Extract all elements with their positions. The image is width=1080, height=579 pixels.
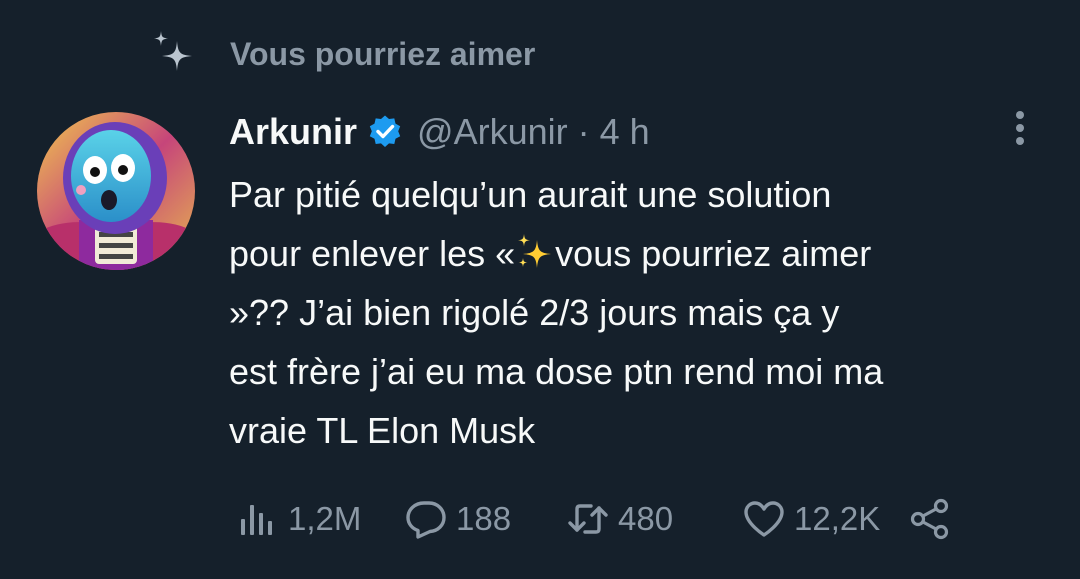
tweet-text-line: Par pitié quelqu’un aurait une solution (229, 174, 832, 215)
tweet-text-line: pour enlever les « vous pourriez aimer (229, 224, 1059, 283)
tweet-text-line: »?? J’ai bien rigolé 2/3 jours mais ça y (229, 292, 840, 333)
tweet-text-line: vraie TL Elon Musk (229, 410, 536, 451)
retweet-count: 480 (618, 500, 674, 537)
tweet-action-bar: 1,2M 188 480 12,2K (236, 494, 1066, 544)
sparkles-emoji (518, 234, 552, 268)
avatar[interactable] (37, 112, 195, 270)
views-icon (241, 505, 272, 535)
retweet-icon (568, 504, 608, 534)
heart-icon (744, 501, 784, 537)
author-display-name[interactable]: Arkunir (229, 111, 357, 153)
social-context: Vous pourriez aimer (150, 28, 535, 80)
views-count: 1,2M (288, 500, 362, 537)
share-button[interactable] (908, 494, 952, 544)
like-count: 12,2K (794, 500, 881, 537)
tweet-text: Par pitié quelqu’un aurait une solution … (229, 165, 1059, 460)
separator-dot: · (577, 111, 590, 152)
share-icon (910, 498, 949, 540)
reply-button[interactable]: 188 (404, 494, 511, 544)
reply-count: 188 (456, 500, 512, 537)
tweet-header: Arkunir @Arkunir · 4 h (229, 106, 650, 158)
views-button[interactable]: 1,2M (236, 494, 361, 544)
tweet-text-line: est frère j’ai eu ma dose ptn rend moi m… (229, 351, 884, 392)
reply-icon (406, 501, 446, 539)
verified-badge-icon[interactable] (367, 114, 403, 150)
more-options-icon[interactable] (1004, 108, 1036, 148)
tweet-text-fragment: pour enlever les « (229, 233, 516, 274)
tweet-timestamp[interactable]: 4 h (600, 111, 650, 153)
sparkle-icon (154, 31, 192, 71)
author-handle[interactable]: @Arkunir (417, 111, 568, 153)
tweet-text-fragment: vous pourriez aimer (555, 233, 872, 274)
context-label: Vous pourriez aimer (230, 35, 536, 72)
retweet-button[interactable]: 480 (566, 494, 673, 544)
like-button[interactable]: 12,2K (742, 494, 880, 544)
